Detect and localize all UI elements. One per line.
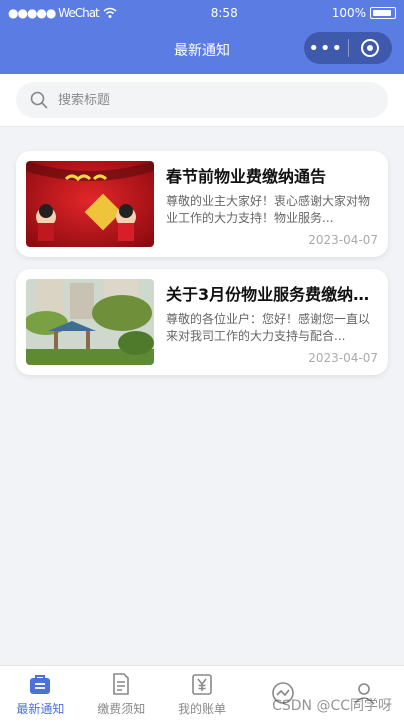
close-mini-program-button[interactable]: [349, 39, 393, 57]
carrier-label: ●●●●● WeChat: [8, 6, 100, 20]
document-icon: [113, 673, 129, 695]
notice-description: 尊敬的业主大家好！衷心感谢大家对物业工作的大力支持！物业服务...: [166, 194, 371, 225]
notice-description: 尊敬的各位业户：您好！感谢您一直以来对我司工作的大力支持与配合...: [166, 312, 371, 343]
battery-percent: 100%: [331, 6, 366, 20]
mini-program-capsule: •••: [304, 32, 392, 64]
notice-thumbnail-spring-festival: [26, 161, 154, 247]
status-time: 8:58: [210, 6, 238, 20]
tab-label: 最新通知: [16, 702, 65, 716]
notice-title: 关于3月份物业服务费缴纳的通知: [166, 285, 378, 304]
notice-thumbnail-garden: [26, 279, 154, 365]
tab-bar: 最新通知 缴费须知 我的账单: [0, 665, 404, 723]
tab-label: 我的账单: [177, 702, 226, 716]
tab-label: 缴费须知: [97, 702, 146, 716]
tab-my-bills[interactable]: 我的账单: [162, 666, 243, 723]
nav-bar: 最新通知 •••: [0, 26, 404, 74]
tab-statistics[interactable]: [242, 666, 323, 723]
page-title: 最新通知: [174, 43, 230, 59]
yen-bill-icon: [192, 674, 212, 695]
notice-card[interactable]: 春节前物业费缴纳通告 尊敬的业主大家好！衷心感谢大家对物业工作的大力支持！物业服…: [16, 151, 388, 257]
trend-circle-icon: [271, 681, 294, 704]
search-box[interactable]: [16, 82, 388, 118]
more-menu-button[interactable]: •••: [304, 38, 348, 59]
more-dots-icon: •••: [308, 37, 344, 59]
tab-profile[interactable]: [323, 666, 404, 723]
notice-list: 春节前物业费缴纳通告 尊敬的业主大家好！衷心感谢大家对物业工作的大力支持！物业服…: [0, 127, 404, 375]
close-target-icon: [361, 39, 380, 57]
search-section: [0, 74, 404, 127]
wifi-icon: [103, 7, 117, 18]
notice-date: 2023-04-07: [308, 351, 378, 365]
notice-card[interactable]: 关于3月份物业服务费缴纳的通知 尊敬的各位业户：您好！感谢您一直以来对我司工作的…: [16, 269, 388, 375]
search-icon: [30, 91, 48, 109]
tab-payment-notice[interactable]: 缴费须知: [81, 666, 162, 723]
tab-latest-notices[interactable]: 最新通知: [0, 666, 81, 723]
notice-title: 春节前物业费缴纳通告: [166, 167, 327, 186]
battery-icon: [370, 7, 396, 19]
notice-bag-icon: [30, 675, 51, 694]
search-input[interactable]: [58, 92, 318, 108]
status-bar: ●●●●● WeChat 8:58 100%: [0, 0, 404, 26]
user-icon: [353, 682, 374, 704]
notice-date: 2023-04-07: [308, 233, 378, 247]
